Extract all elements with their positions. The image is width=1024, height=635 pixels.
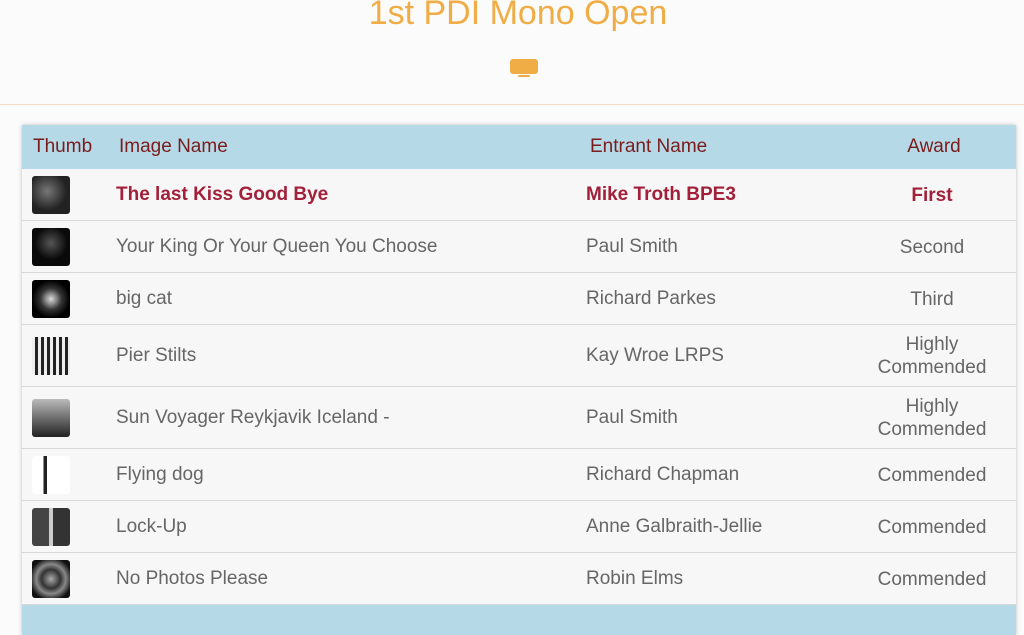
table-row[interactable]: Sun Voyager Reykjavik Iceland - Paul Smit… (22, 387, 1016, 449)
page-title: 1st PDI Mono Open (368, 0, 668, 32)
results-table: Thumb Image Name Entrant Name Award The … (22, 125, 1016, 635)
table-row[interactable]: The last Kiss Good Bye Mike Troth BPE3 Fir… (22, 169, 1016, 221)
award-label: Highly Commended (877, 396, 987, 440)
thumbnail-image[interactable] (32, 337, 70, 375)
thumbnail-image[interactable] (32, 508, 70, 546)
page-header: 1st PDI Mono Open (0, 0, 1024, 105)
entrant-name: Paul Smith (586, 407, 678, 428)
table-footer (22, 605, 1016, 635)
award-label: Commended (877, 568, 987, 590)
thumbnail-image[interactable] (32, 456, 70, 494)
column-header-image-name[interactable]: Image Name (119, 136, 228, 158)
thumbnail-image[interactable] (32, 560, 70, 598)
image-name: The last Kiss Good Bye (116, 184, 329, 205)
table-row[interactable]: Your King Or Your Queen You Choose Paul S… (22, 221, 1016, 273)
table-row[interactable]: No Photos Please Robin Elms Commended (22, 553, 1016, 605)
image-name: Flying dog (116, 464, 204, 485)
column-header-thumb[interactable]: Thumb (33, 136, 92, 158)
entrant-name: Richard Chapman (586, 464, 740, 485)
thumbnail-image[interactable] (32, 399, 70, 437)
table-row[interactable]: Flying dog Richard Chapman Commended (22, 449, 1016, 501)
thumbnail-image[interactable] (32, 280, 70, 318)
thumbnail-image[interactable] (32, 228, 70, 266)
image-name: Lock-Up (116, 516, 187, 537)
award-label: Second (899, 236, 965, 258)
entrant-name: Robin Elms (586, 568, 684, 589)
monitor-icon[interactable] (510, 56, 538, 78)
table-row[interactable]: Pier Stilts Kay Wroe LRPS Highly Commended (22, 325, 1016, 387)
image-name: big cat (116, 288, 172, 309)
image-name: Your King Or Your Queen You Choose (116, 236, 438, 257)
table-header: Thumb Image Name Entrant Name Award (22, 125, 1016, 169)
entrant-name: Anne Galbraith-Jellie (586, 516, 763, 537)
column-header-entrant-name[interactable]: Entrant Name (590, 136, 707, 158)
table-row[interactable]: big cat Richard Parkes Third (22, 273, 1016, 325)
entrant-name: Richard Parkes (586, 288, 716, 309)
award-label: Commended (877, 464, 987, 486)
entrant-name: Kay Wroe LRPS (586, 345, 724, 366)
image-name: Pier Stilts (116, 345, 197, 366)
award-label: Commended (877, 516, 987, 538)
award-label: First (911, 184, 953, 206)
image-name: Sun Voyager Reykjavik Iceland - (116, 407, 390, 428)
column-header-award[interactable]: Award (902, 136, 966, 158)
entrant-name: Mike Troth BPE3 (586, 184, 736, 205)
image-name: No Photos Please (116, 568, 269, 589)
table-row[interactable]: Lock-Up Anne Galbraith-Jellie Commended (22, 501, 1016, 553)
thumbnail-image[interactable] (32, 176, 70, 214)
award-label: Third (910, 288, 954, 310)
entrant-name: Paul Smith (586, 236, 678, 257)
award-label: Highly Commended (877, 334, 987, 378)
